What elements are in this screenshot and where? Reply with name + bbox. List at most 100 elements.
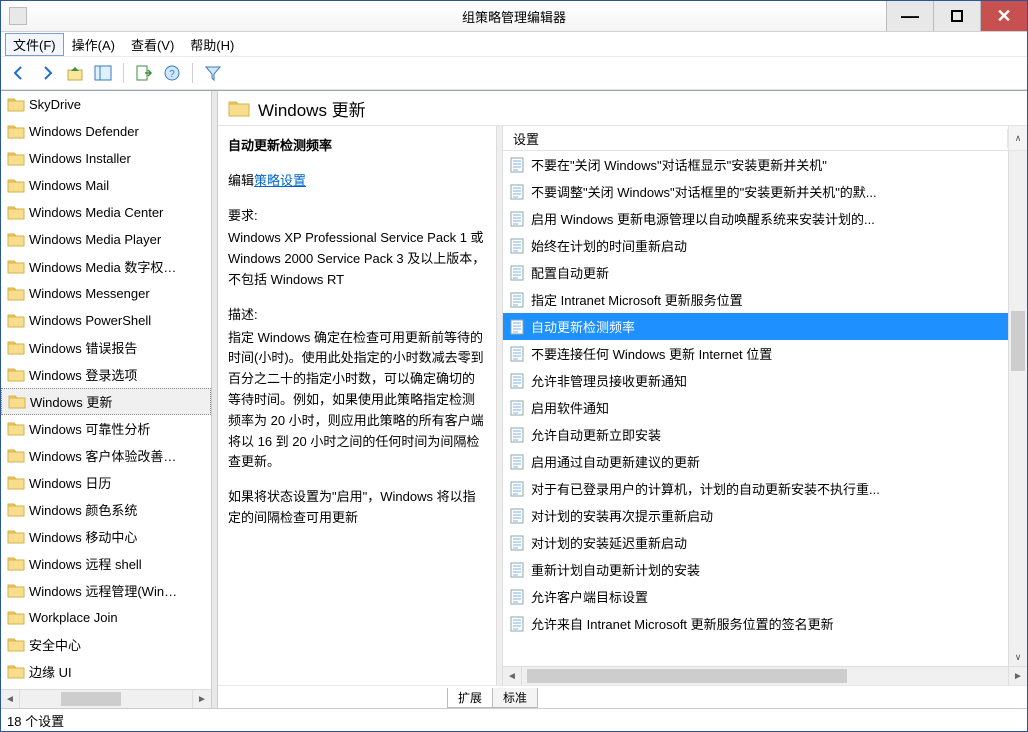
column-header-setting[interactable]: 设置 bbox=[503, 129, 1008, 148]
list-item[interactable]: 允许非管理员接收更新通知 bbox=[503, 367, 1008, 394]
export-list-button[interactable] bbox=[132, 61, 156, 85]
tree-item[interactable]: Windows PowerShell bbox=[1, 307, 211, 334]
list-item-label: 对于有已登录用户的计算机，计划的自动更新安装不执行重... bbox=[531, 479, 880, 498]
tree-item[interactable]: Windows Media 数字权… bbox=[1, 253, 211, 280]
description-splitter[interactable] bbox=[496, 126, 503, 685]
tree-view[interactable]: SkyDrive Windows DefenderWindows Installe… bbox=[1, 91, 211, 689]
tree-item[interactable]: Windows Messenger bbox=[1, 280, 211, 307]
scroll-left-icon[interactable]: ◄ bbox=[1, 690, 20, 708]
maximize-button[interactable] bbox=[933, 1, 980, 31]
tree-item[interactable]: Windows Installer bbox=[1, 145, 211, 172]
tree-item[interactable]: Windows Defender bbox=[1, 118, 211, 145]
policy-icon bbox=[509, 157, 525, 173]
list-item-label: 指定 Intranet Microsoft 更新服务位置 bbox=[531, 290, 743, 309]
list-item[interactable]: 配置自动更新 bbox=[503, 259, 1008, 286]
scroll-thumb[interactable] bbox=[61, 692, 121, 706]
menu-help[interactable]: 帮助(H) bbox=[182, 33, 242, 56]
scroll-right-icon[interactable]: ► bbox=[1008, 667, 1027, 685]
requirements-label: 要求: bbox=[228, 206, 486, 227]
policy-icon bbox=[509, 535, 525, 551]
list-item-label: 对计划的安装再次提示重新启动 bbox=[531, 506, 713, 525]
folder-icon bbox=[7, 340, 25, 355]
list-item[interactable]: 对计划的安装延迟重新启动 bbox=[503, 529, 1008, 556]
list-item[interactable]: 始终在计划的时间重新启动 bbox=[503, 232, 1008, 259]
tab-standard[interactable]: 标准 bbox=[492, 688, 538, 708]
filter-button[interactable] bbox=[201, 61, 225, 85]
menu-file[interactable]: 文件(F) bbox=[5, 33, 64, 56]
tree-item[interactable]: Windows 客户体验改善… bbox=[1, 442, 211, 469]
tree-item[interactable]: SkyDrive bbox=[1, 91, 211, 118]
policy-icon bbox=[509, 481, 525, 497]
list-item-label: 重新计划自动更新计划的安装 bbox=[531, 560, 700, 579]
menu-bar: 文件(F) 操作(A) 查看(V) 帮助(H) bbox=[1, 32, 1027, 57]
list-vertical-scrollbar[interactable]: ∨ bbox=[1008, 151, 1027, 666]
tree-item[interactable]: Windows 远程管理(Win… bbox=[1, 577, 211, 604]
list-item[interactable]: 启用 Windows 更新电源管理以自动唤醒系统来安装计划的... bbox=[503, 205, 1008, 232]
nav-forward-button[interactable] bbox=[35, 61, 59, 85]
scroll-thumb[interactable] bbox=[527, 669, 847, 683]
list-item[interactable]: 允许来自 Intranet Microsoft 更新服务位置的签名更新 bbox=[503, 610, 1008, 637]
list-item[interactable]: 不要调整"关闭 Windows"对话框里的"安装更新并关机"的默... bbox=[503, 178, 1008, 205]
list-item-label: 允许客户端目标设置 bbox=[531, 587, 648, 606]
tree-item-label: Windows 日历 bbox=[29, 473, 111, 492]
folder-icon bbox=[7, 556, 25, 571]
list-item[interactable]: 不要在"关闭 Windows"对话框显示"安装更新并关机" bbox=[503, 151, 1008, 178]
tree-item-label: Workplace Join bbox=[29, 610, 118, 625]
minimize-button[interactable]: — bbox=[886, 1, 933, 31]
tree-item[interactable]: Windows Mail bbox=[1, 172, 211, 199]
tree-item[interactable]: 安全中心 bbox=[1, 631, 211, 658]
folder-icon bbox=[7, 97, 25, 112]
list-item[interactable]: 允许自动更新立即安装 bbox=[503, 421, 1008, 448]
tree-item[interactable]: Windows Media Player bbox=[1, 226, 211, 253]
nav-back-button[interactable] bbox=[7, 61, 31, 85]
scroll-up-icon[interactable]: ∧ bbox=[1008, 126, 1027, 150]
vertical-splitter[interactable] bbox=[211, 91, 218, 708]
close-button[interactable]: ✕ bbox=[980, 1, 1027, 31]
tree-item[interactable]: Windows 更新 bbox=[1, 388, 211, 415]
tree-item-label: SkyDrive bbox=[29, 97, 81, 112]
tree-item[interactable]: Windows 颜色系统 bbox=[1, 496, 211, 523]
scroll-right-icon[interactable]: ► bbox=[192, 690, 211, 708]
folder-icon bbox=[7, 124, 25, 139]
list-item[interactable]: 自动更新检测频率 bbox=[503, 313, 1008, 340]
list-item-label: 配置自动更新 bbox=[531, 263, 609, 282]
list-item[interactable]: 启用软件通知 bbox=[503, 394, 1008, 421]
tree-item-label: 边缘 UI bbox=[29, 662, 72, 681]
tree-horizontal-scrollbar[interactable]: ◄ ► bbox=[1, 689, 211, 708]
policy-icon bbox=[509, 562, 525, 578]
folder-icon bbox=[7, 583, 25, 598]
policy-description-panel: 自动更新检测频率 编辑策略设置 要求: Windows XP Professio… bbox=[218, 126, 496, 685]
show-hide-tree-button[interactable] bbox=[91, 61, 115, 85]
tree-item[interactable]: Windows 日历 bbox=[1, 469, 211, 496]
tree-item[interactable]: Windows 可靠性分析 bbox=[1, 415, 211, 442]
scroll-down-icon[interactable]: ∨ bbox=[1009, 648, 1027, 666]
menu-action[interactable]: 操作(A) bbox=[64, 33, 123, 56]
folder-icon bbox=[8, 394, 26, 409]
tree-item[interactable]: Windows Media Center bbox=[1, 199, 211, 226]
nav-up-button[interactable] bbox=[63, 61, 87, 85]
scroll-left-icon[interactable]: ◄ bbox=[503, 667, 522, 685]
help-button[interactable]: ? bbox=[160, 61, 184, 85]
menu-view[interactable]: 查看(V) bbox=[123, 33, 182, 56]
list-item[interactable]: 重新计划自动更新计划的安装 bbox=[503, 556, 1008, 583]
list-item[interactable]: 允许客户端目标设置 bbox=[503, 583, 1008, 610]
tree-item[interactable]: Windows 远程 shell bbox=[1, 550, 211, 577]
list-item[interactable]: 不要连接任何 Windows 更新 Internet 位置 bbox=[503, 340, 1008, 367]
list-item[interactable]: 指定 Intranet Microsoft 更新服务位置 bbox=[503, 286, 1008, 313]
tree-item[interactable]: Windows 登录选项 bbox=[1, 361, 211, 388]
list-horizontal-scrollbar[interactable]: ◄ ► bbox=[503, 666, 1027, 685]
settings-list[interactable]: 不要在"关闭 Windows"对话框显示"安装更新并关机"不要调整"关闭 Win… bbox=[503, 151, 1008, 666]
tree-item[interactable]: Windows 移动中心 bbox=[1, 523, 211, 550]
tree-item[interactable]: Workplace Join bbox=[1, 604, 211, 631]
tree-item[interactable]: 边缘 UI bbox=[1, 658, 211, 685]
edit-policy-link[interactable]: 策略设置 bbox=[254, 173, 306, 188]
scroll-thumb[interactable] bbox=[1011, 311, 1025, 371]
list-item[interactable]: 对于有已登录用户的计算机，计划的自动更新安装不执行重... bbox=[503, 475, 1008, 502]
tree-item[interactable]: Windows 错误报告 bbox=[1, 334, 211, 361]
tab-extended[interactable]: 扩展 bbox=[447, 688, 493, 708]
list-item[interactable]: 对计划的安装再次提示重新启动 bbox=[503, 502, 1008, 529]
list-item[interactable]: 启用通过自动更新建议的更新 bbox=[503, 448, 1008, 475]
folder-icon bbox=[7, 313, 25, 328]
policy-icon bbox=[509, 427, 525, 443]
list-item-label: 自动更新检测频率 bbox=[531, 317, 635, 336]
